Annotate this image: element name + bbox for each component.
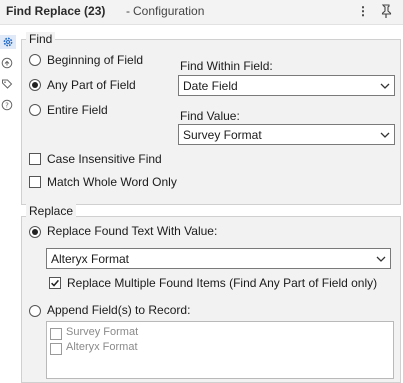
title-separator: - <box>126 4 130 18</box>
help-icon[interactable]: ? <box>0 98 14 112</box>
tag-icon[interactable] <box>0 77 14 91</box>
configuration-panel: Find Beginning of Field Any Part of Fiel… <box>16 25 403 383</box>
replace-value-value: Alteryx Format <box>51 252 130 266</box>
section-title: Configuration <box>133 4 205 18</box>
case-insensitive-checkbox[interactable] <box>29 153 41 165</box>
sidebar: ? <box>0 25 16 375</box>
entire-field-radio[interactable] <box>29 104 41 116</box>
find-value-label: Find Value: <box>180 109 240 123</box>
match-whole-word-label: Match Whole Word Only <box>47 175 177 189</box>
replace-group-label: Replace <box>26 204 77 218</box>
find-within-field-label: Find Within Field: <box>180 59 273 73</box>
any-part-of-field-label: Any Part of Field <box>47 78 136 92</box>
replace-found-text-radio[interactable] <box>29 226 41 238</box>
find-within-field-dropdown[interactable]: Date Field <box>178 75 395 96</box>
find-value-value: Survey Format <box>183 128 262 142</box>
svg-text:?: ? <box>5 102 9 110</box>
match-whole-word-checkbox[interactable] <box>29 176 41 188</box>
more-options-icon[interactable]: ⋮ <box>356 3 370 19</box>
case-insensitive-label: Case Insensitive Find <box>47 152 162 166</box>
replace-multiple-checkbox[interactable] <box>49 277 61 289</box>
chevron-down-icon <box>379 80 391 92</box>
survey-format-label: Survey Format <box>66 326 139 338</box>
tool-title: Find Replace (23) <box>6 4 106 18</box>
replace-multiple-label: Replace Multiple Found Items (Find Any P… <box>67 276 378 290</box>
find-group-label: Find <box>26 32 56 46</box>
replace-found-text-label: Replace Found Text With Value: <box>47 224 218 238</box>
append-fields-radio[interactable] <box>29 305 41 317</box>
replace-value-dropdown[interactable]: Alteryx Format <box>46 248 391 269</box>
append-fields-list[interactable]: Survey Format Alteryx Format <box>46 321 394 379</box>
survey-format-checkbox[interactable] <box>50 328 62 340</box>
beginning-of-field-radio[interactable] <box>29 54 41 66</box>
find-within-field-value: Date Field <box>183 79 238 93</box>
alteryx-format-checkbox[interactable] <box>50 343 62 355</box>
pin-icon[interactable] <box>378 3 394 19</box>
append-fields-label: Append Field(s) to Record: <box>47 303 191 317</box>
find-value-dropdown[interactable]: Survey Format <box>178 124 395 145</box>
entire-field-label: Entire Field <box>47 103 108 117</box>
chevron-down-icon <box>379 129 391 141</box>
beginning-of-field-label: Beginning of Field <box>47 53 144 67</box>
chevron-down-icon <box>375 253 387 265</box>
title-bar: Find Replace (23) - Configuration ⋮ <box>0 0 403 25</box>
gear-icon[interactable] <box>0 35 16 49</box>
any-part-of-field-radio[interactable] <box>29 79 41 91</box>
connection-icon[interactable] <box>0 56 14 70</box>
checkmark-icon <box>51 279 59 287</box>
alteryx-format-label: Alteryx Format <box>66 341 138 353</box>
